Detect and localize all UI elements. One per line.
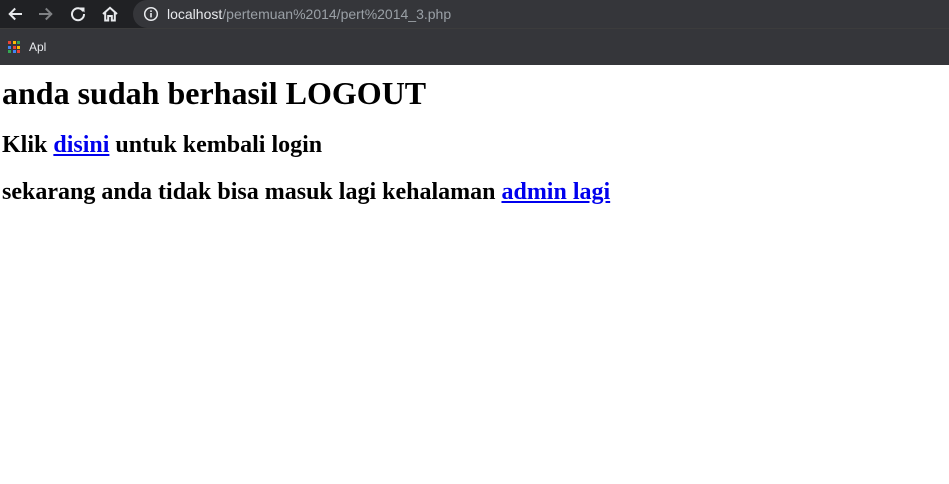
bookmarks-bar: Apl [0, 28, 949, 65]
browser-chrome: localhost/pertemuan%2014/pert%2014_3.php… [0, 0, 949, 65]
forward-arrow-icon [39, 7, 53, 21]
apps-grid-dot [17, 45, 20, 49]
home-icon [102, 6, 118, 22]
apps-label: Apl [29, 40, 47, 54]
forward-button[interactable] [30, 0, 62, 28]
apps-grid-dot [12, 50, 16, 53]
url-host: localhost [167, 6, 223, 22]
admin-lagi-link[interactable]: admin lagi [501, 179, 610, 205]
logout-heading: anda sudah berhasil LOGOUT [2, 75, 427, 111]
apps-shortcut[interactable]: Apl [8, 40, 46, 54]
apps-grid-dot [8, 50, 11, 53]
disini-link[interactable]: disini [53, 132, 109, 158]
admin-access-line: sekarang anda tidak bisa masuk lagi keha… [2, 178, 947, 206]
login-prefix-text: Klik [2, 132, 54, 158]
back-button[interactable] [0, 0, 30, 28]
apps-grid-dot [8, 45, 11, 49]
reload-icon [71, 7, 86, 22]
apps-grid-dot [12, 45, 16, 49]
info-icon[interactable] [143, 6, 159, 22]
apps-grid-dot [8, 41, 11, 44]
back-arrow-icon [8, 7, 22, 21]
apps-grid-dot [17, 50, 20, 53]
login-suffix-text: untuk kembali login [109, 132, 323, 158]
address-bar[interactable]: localhost/pertemuan%2014/pert%2014_3.php [133, 0, 949, 28]
url-text[interactable]: localhost/pertemuan%2014/pert%2014_3.php [167, 6, 451, 22]
page-content: anda sudah berhasil LOGOUT Klik disini u… [0, 75, 949, 206]
home-button[interactable] [94, 0, 126, 28]
url-path: /pertemuan%2014/pert%2014_3.php [222, 6, 452, 22]
apps-grid-dot [17, 41, 20, 44]
apps-grid-dot [12, 41, 16, 44]
login-again-line: Klik disini untuk kembali login [2, 131, 947, 159]
admin-prefix-text: sekarang anda tidak bisa masuk lagi keha… [2, 179, 502, 205]
browser-toolbar: localhost/pertemuan%2014/pert%2014_3.php [0, 0, 949, 28]
reload-button[interactable] [62, 0, 94, 28]
apps-grid-icon [8, 41, 20, 53]
